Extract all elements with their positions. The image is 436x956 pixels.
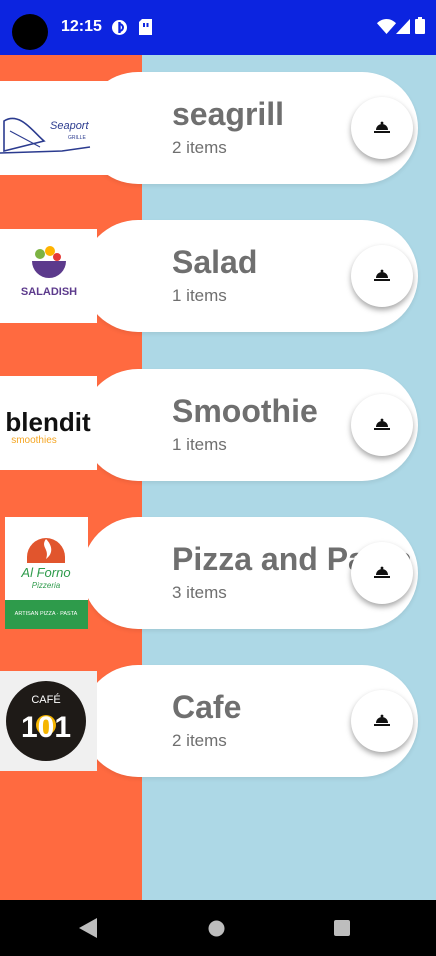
cafe-101-logo: CAFÉ 101 xyxy=(0,671,97,771)
data-saver-icon xyxy=(111,19,128,41)
logo-text: Al Forno xyxy=(20,565,70,580)
recents-icon[interactable] xyxy=(334,920,350,941)
camera-cutout xyxy=(12,14,48,50)
store-action-button[interactable] xyxy=(351,97,413,159)
store-item-count: 1 items xyxy=(172,286,227,305)
logo-subtext: 101 xyxy=(21,711,71,744)
store-card-seagrill[interactable]: seagrill 2 items xyxy=(82,72,418,184)
store-name: Salad xyxy=(172,244,258,280)
signal-icon xyxy=(396,19,410,39)
back-icon[interactable] xyxy=(79,918,97,943)
battery-icon xyxy=(415,17,425,39)
cloche-icon xyxy=(374,269,390,281)
al-forno-logo: Al Forno Pizzeria ARTISAN PIZZA · PASTA xyxy=(5,517,88,629)
navigation-bar xyxy=(0,900,436,956)
store-action-button[interactable] xyxy=(351,245,413,307)
store-item-count: 1 items xyxy=(172,435,227,454)
logo-text: SALADISH xyxy=(21,286,77,298)
status-time: 12:15 xyxy=(61,18,102,35)
store-item-count: 2 items xyxy=(172,138,227,157)
blendit-logo: blendit smoothies xyxy=(0,376,97,470)
store-card-salad[interactable]: Salad 1 items xyxy=(82,220,418,332)
store-action-button[interactable] xyxy=(351,690,413,752)
logo-subtext: Pizzeria xyxy=(32,581,61,590)
saladish-logo: SALADISH xyxy=(0,229,97,323)
logo-subtext: smoothies xyxy=(11,435,57,446)
store-action-button[interactable] xyxy=(351,394,413,456)
logo-subtext: GRILLE xyxy=(68,135,86,141)
cloche-icon xyxy=(374,418,390,430)
logo-band-text: ARTISAN PIZZA · PASTA xyxy=(15,611,78,617)
store-name: seagrill xyxy=(172,96,285,132)
status-bar: 12:15 xyxy=(0,0,436,55)
home-icon[interactable] xyxy=(208,920,225,942)
wifi-icon xyxy=(377,19,396,39)
logo-text: blendit xyxy=(5,407,91,437)
store-action-button[interactable] xyxy=(351,542,413,604)
store-list[interactable]: seagrill 2 items Seaport GRILLE Salad 1 … xyxy=(0,55,436,900)
store-card-cafe[interactable]: Cafe 2 items xyxy=(82,665,418,777)
cloche-icon xyxy=(374,566,390,578)
store-card-smoothie[interactable]: Smoothie 1 items xyxy=(82,369,418,481)
store-item-count: 3 items xyxy=(172,583,227,602)
logo-text: CAFÉ xyxy=(31,693,60,706)
store-name: Cafe xyxy=(172,689,242,725)
cloche-icon xyxy=(374,121,390,133)
seaport-grill-logo: Seaport GRILLE xyxy=(0,81,110,175)
sim-card-icon xyxy=(139,19,152,40)
store-item-count: 2 items xyxy=(172,731,227,750)
cloche-icon xyxy=(374,714,390,726)
store-name: Smoothie xyxy=(172,393,318,429)
logo-text: Seaport xyxy=(50,120,89,132)
